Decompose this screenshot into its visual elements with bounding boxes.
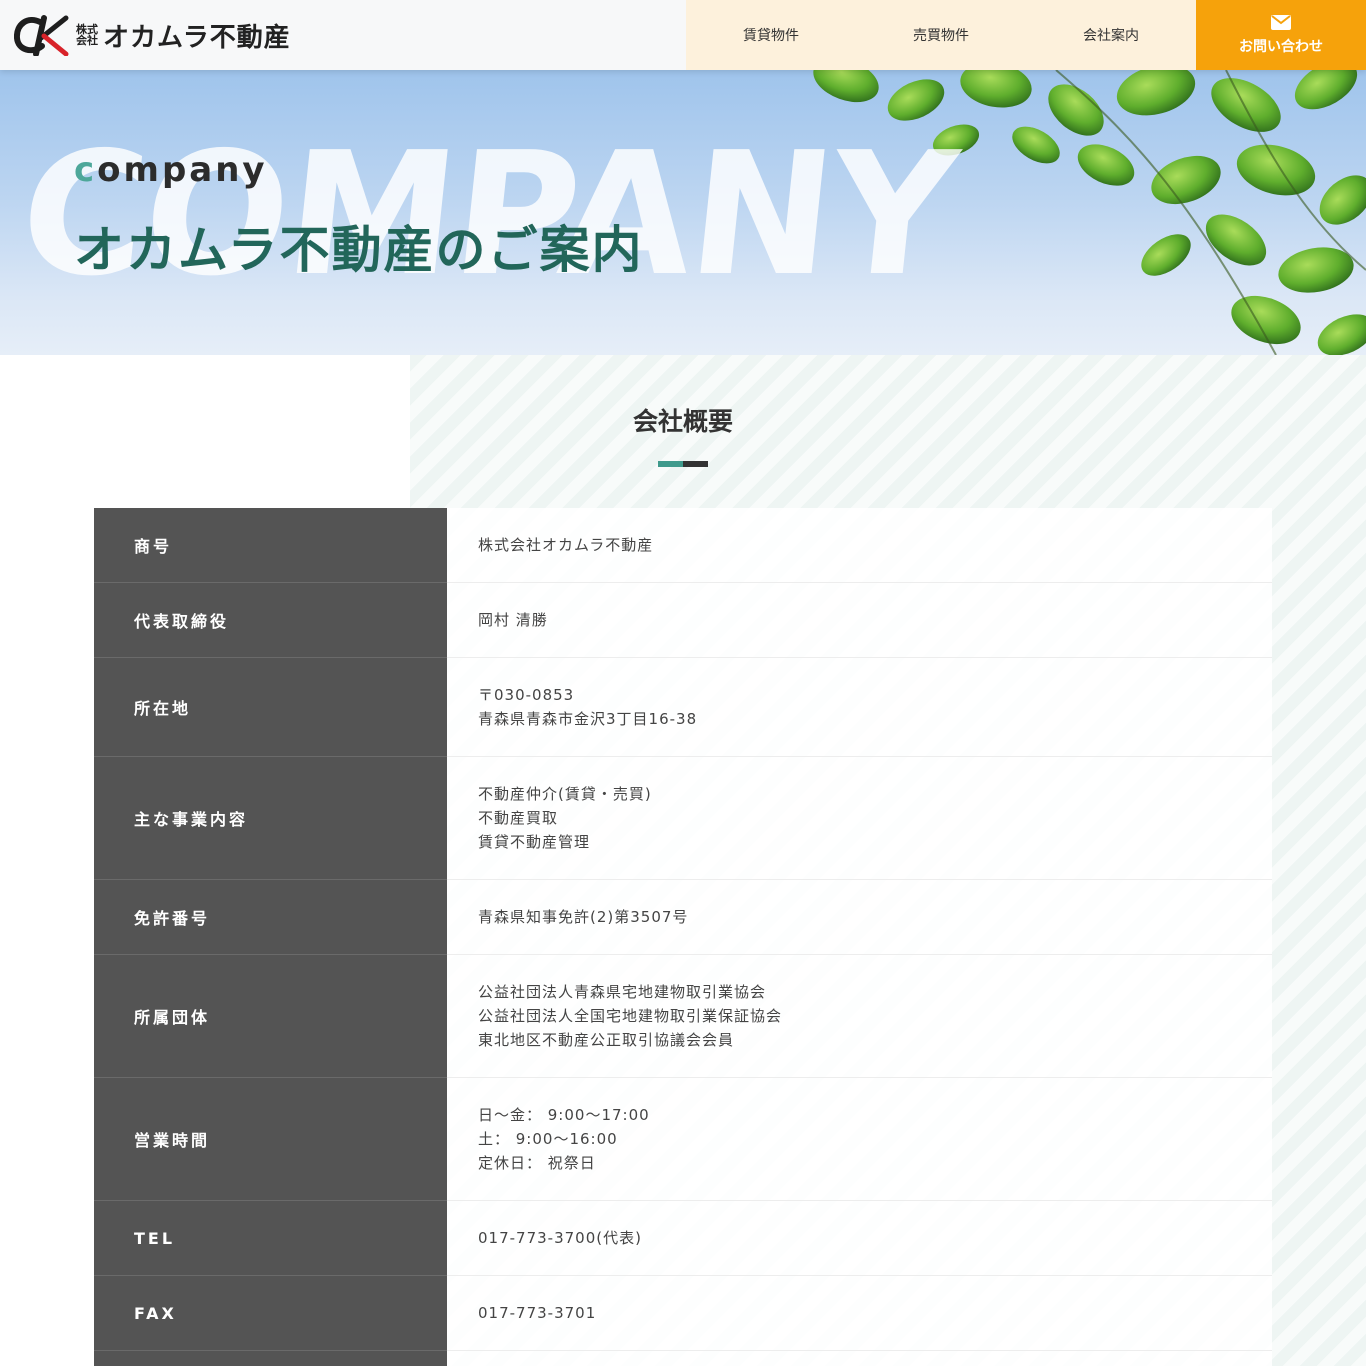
row-line: 土： 9:00～16:00 xyxy=(478,1130,618,1148)
contact-button[interactable]: お問い合わせ xyxy=(1196,0,1366,70)
row-line: 公益社団法人全国宅地建物取引業保証協会 xyxy=(478,1007,783,1025)
table-row: 所属団体 公益社団法人青森県宅地建物取引業協会 公益社団法人全国宅地建物取引業保… xyxy=(94,955,1272,1078)
table-row xyxy=(94,1351,1272,1366)
row-value: 公益社団法人青森県宅地建物取引業協会 公益社団法人全国宅地建物取引業保証協会 東… xyxy=(447,955,1272,1077)
logo-kabushiki: 株式 会社 xyxy=(74,24,100,46)
row-label: TEL xyxy=(94,1201,447,1276)
row-value: 青森県知事免許(2)第3507号 xyxy=(447,880,1272,954)
row-line: 株式会社オカムラ不動産 xyxy=(478,536,654,554)
row-line: 東北地区不動産公正取引協議会会員 xyxy=(478,1031,735,1049)
row-value: 〒030-0853 青森県青森市金沢3丁目16-38 xyxy=(447,658,1272,756)
row-label: 主な事業内容 xyxy=(94,757,447,880)
table-row: 代表取締役 岡村 清勝 xyxy=(94,583,1272,658)
ok-logo-icon xyxy=(14,15,69,56)
row-value: 不動産仲介(賃貸・売買) 不動産買取 賃貸不動産管理 xyxy=(447,757,1272,879)
row-line: 公益社団法人青森県宅地建物取引業協会 xyxy=(478,983,767,1001)
row-line: 定休日： 祝祭日 xyxy=(478,1154,596,1172)
row-value: 株式会社オカムラ不動産 xyxy=(447,508,1272,582)
table-row: FAX 017-773-3701 xyxy=(94,1276,1272,1351)
hero-subtitle-rest: ompany xyxy=(97,150,268,190)
hero-banner: COMPANY company オカムラ不動産のご案内 xyxy=(0,70,1366,355)
row-line: 賃貸不動産管理 xyxy=(478,833,591,851)
row-value: 017-773-3701 xyxy=(447,1276,1272,1350)
hero-subtitle-initial: c xyxy=(74,150,98,190)
section-title: 会社概要 xyxy=(632,407,733,436)
table-row: 商号 株式会社オカムラ不動産 xyxy=(94,508,1272,583)
row-label: 営業時間 xyxy=(94,1078,447,1201)
row-label: FAX xyxy=(94,1276,447,1351)
table-row: 免許番号 青森県知事免許(2)第3507号 xyxy=(94,880,1272,955)
hero-title: オカムラ不動産のご案内 xyxy=(74,221,644,279)
logo-company-name: オカムラ不動産 xyxy=(103,22,291,53)
nav-company[interactable]: 会社案内 xyxy=(1026,0,1196,70)
row-label xyxy=(94,1351,447,1366)
row-line: 不動産仲介(賃貸・売買) xyxy=(478,785,652,803)
row-label: 免許番号 xyxy=(94,880,447,955)
main-nav: 賃貸物件 売買物件 会社案内 xyxy=(686,0,1196,70)
row-value: 017-773-3700(代表) xyxy=(447,1201,1272,1275)
row-label: 所属団体 xyxy=(94,955,447,1078)
row-line: 日～金： 9:00～17:00 xyxy=(478,1106,650,1124)
row-value xyxy=(447,1351,1272,1366)
table-row: TEL 017-773-3700(代表) xyxy=(94,1201,1272,1276)
row-line: 青森県知事免許(2)第3507号 xyxy=(478,908,689,926)
row-line: 岡村 清勝 xyxy=(478,611,548,629)
row-label: 商号 xyxy=(94,508,447,583)
hero-subtitle: company xyxy=(74,150,268,190)
nav-sale[interactable]: 売買物件 xyxy=(856,0,1026,70)
row-value: 岡村 清勝 xyxy=(447,583,1272,657)
nav-rental[interactable]: 賃貸物件 xyxy=(686,0,856,70)
envelope-icon xyxy=(1271,14,1291,30)
site-header: 株式 会社 オカムラ不動産 賃貸物件 売買物件 会社案内 お問い合わせ xyxy=(0,0,1366,70)
row-line: 017-773-3701 xyxy=(478,1304,597,1322)
company-info-table: 商号 株式会社オカムラ不動産 代表取締役 岡村 清勝 所在地 〒030-0853… xyxy=(94,508,1272,1366)
title-underline xyxy=(658,461,708,467)
row-value: 日～金： 9:00～17:00 土： 9:00～16:00 定休日： 祝祭日 xyxy=(447,1078,1272,1200)
table-row: 所在地 〒030-0853 青森県青森市金沢3丁目16-38 xyxy=(94,658,1272,757)
row-label: 代表取締役 xyxy=(94,583,447,658)
row-line: 不動産買取 xyxy=(478,809,559,827)
table-row: 営業時間 日～金： 9:00～17:00 土： 9:00～16:00 定休日： … xyxy=(94,1078,1272,1201)
row-line: 〒030-0853 xyxy=(478,686,575,704)
row-line: 青森県青森市金沢3丁目16-38 xyxy=(478,710,698,728)
logo-kabu-bottom: 会社 xyxy=(76,34,98,47)
contact-label: お問い合わせ xyxy=(1239,38,1323,55)
row-line: 017-773-3700(代表) xyxy=(478,1229,642,1247)
row-label: 所在地 xyxy=(94,658,447,757)
site-logo[interactable]: 株式 会社 オカムラ不動産 xyxy=(14,14,291,56)
table-row: 主な事業内容 不動産仲介(賃貸・売買) 不動産買取 賃貸不動産管理 xyxy=(94,757,1272,880)
